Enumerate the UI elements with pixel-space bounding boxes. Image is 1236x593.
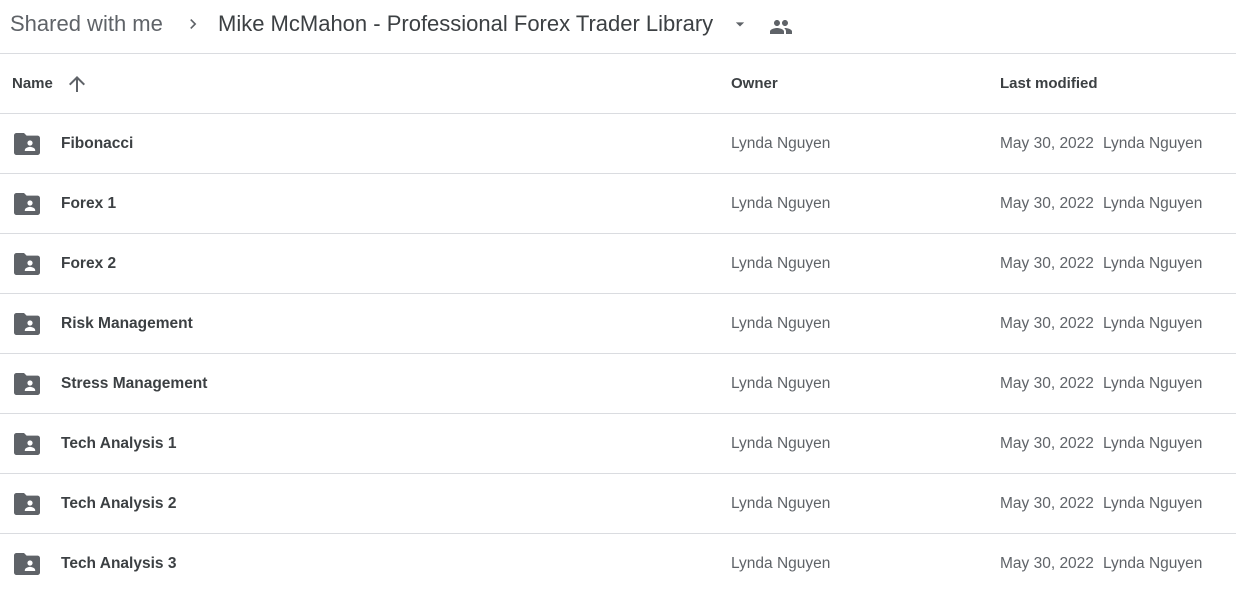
owner-name: Lynda Nguyen <box>731 375 831 392</box>
file-name: Forex 2 <box>61 255 117 272</box>
table-row[interactable]: Forex 2 Lynda Nguyen May 30, 2022 Lynda Ngu… <box>0 234 1236 294</box>
modified-date: May 30, 2022 <box>1000 255 1094 272</box>
modified-date: May 30, 2022 <box>1000 375 1094 392</box>
file-name: Risk Management <box>61 315 193 332</box>
modified-by: Lynda Nguyen <box>1103 555 1203 572</box>
modified-date: May 30, 2022 <box>1000 555 1094 572</box>
breadcrumb: Shared with me Mike McMahon - Profession… <box>0 0 1236 54</box>
file-list: Fibonacci Lynda Nguyen May 30, 2022 Lynda N… <box>0 114 1236 593</box>
shared-folder-icon <box>14 313 40 335</box>
table-row[interactable]: Fibonacci Lynda Nguyen May 30, 2022 Lynda N… <box>0 114 1236 174</box>
arrow-drop-down-icon[interactable] <box>730 14 750 34</box>
modified-by: Lynda Nguyen <box>1103 435 1203 452</box>
file-name: Stress Management <box>61 375 208 392</box>
shared-folder-icon <box>14 553 40 575</box>
modified-by: Lynda Nguyen <box>1103 255 1203 272</box>
column-header-name[interactable]: Name <box>12 75 53 93</box>
modified-date: May 30, 2022 <box>1000 135 1094 152</box>
table-header: Name Owner Last modified <box>0 54 1236 114</box>
table-row[interactable]: Forex 1 Lynda Nguyen May 30, 2022 Lynda Ngu… <box>0 174 1236 234</box>
file-name: Tech Analysis 3 <box>61 555 177 572</box>
chevron-right-icon <box>190 19 197 29</box>
owner-name: Lynda Nguyen <box>731 495 831 512</box>
modified-by: Lynda Nguyen <box>1103 315 1203 332</box>
modified-by: Lynda Nguyen <box>1103 195 1203 212</box>
table-row[interactable]: Tech Analysis 2 Lynda Nguyen May 30, 2022 L… <box>0 474 1236 534</box>
file-name: Tech Analysis 1 <box>61 435 177 452</box>
owner-name: Lynda Nguyen <box>731 255 831 272</box>
file-name: Fibonacci <box>61 135 134 152</box>
shared-folder-icon <box>14 373 40 395</box>
shared-folder-icon <box>14 133 40 155</box>
owner-name: Lynda Nguyen <box>731 135 831 152</box>
column-header-owner[interactable]: Owner <box>731 75 778 93</box>
modified-by: Lynda Nguyen <box>1103 135 1203 152</box>
column-header-last-modified[interactable]: Last modified <box>1000 75 1098 93</box>
modified-date: May 30, 2022 <box>1000 195 1094 212</box>
modified-date: May 30, 2022 <box>1000 435 1094 452</box>
file-name: Tech Analysis 2 <box>61 495 177 512</box>
owner-name: Lynda Nguyen <box>731 435 831 452</box>
shared-folder-icon <box>14 193 40 215</box>
shared-folder-icon <box>14 433 40 455</box>
breadcrumb-shared-with-me[interactable]: Shared with me <box>10 9 163 39</box>
breadcrumb-current-folder[interactable]: Mike McMahon - Professional Forex Trader… <box>218 9 713 39</box>
owner-name: Lynda Nguyen <box>731 195 831 212</box>
arrow-upward-icon[interactable] <box>65 72 89 96</box>
file-name: Forex 1 <box>61 195 117 212</box>
table-row[interactable]: Tech Analysis 1 Lynda Nguyen May 30, 2022 L… <box>0 414 1236 474</box>
owner-name: Lynda Nguyen <box>731 555 831 572</box>
shared-folder-icon <box>14 253 40 275</box>
modified-by: Lynda Nguyen <box>1103 495 1203 512</box>
people-icon[interactable] <box>769 15 793 39</box>
shared-folder-icon <box>14 493 40 515</box>
modified-date: May 30, 2022 <box>1000 315 1094 332</box>
table-row[interactable]: Tech Analysis 3 Lynda Nguyen May 30, 2022 L… <box>0 534 1236 593</box>
modified-by: Lynda Nguyen <box>1103 375 1203 392</box>
table-row[interactable]: Risk Management Lynda Nguyen May 30, 2022 L… <box>0 294 1236 354</box>
modified-date: May 30, 2022 <box>1000 495 1094 512</box>
owner-name: Lynda Nguyen <box>731 315 831 332</box>
table-row[interactable]: Stress Management Lynda Nguyen May 30, 202… <box>0 354 1236 414</box>
